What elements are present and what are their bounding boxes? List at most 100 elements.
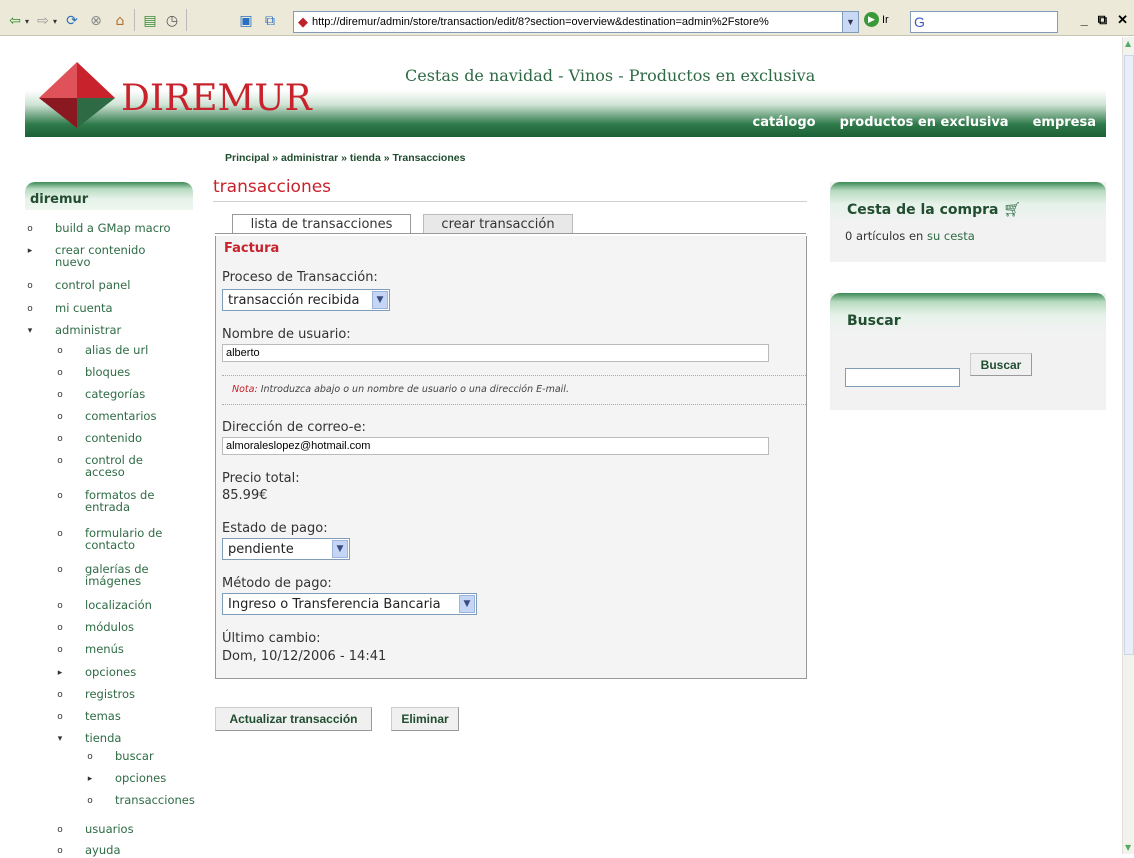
tab-lista-transacciones[interactable]: lista de transacciones [232,214,411,234]
cart-block: Cesta de la compra 🛒︎ [830,182,1106,262]
sidebar-item[interactable]: o comentarios [55,410,156,422]
sidebar-item-label: temas [85,709,121,723]
address-dropdown-icon[interactable]: ▼ [842,12,858,32]
sidebar-item[interactable]: o control panel [25,279,130,291]
bullet-icon: o [57,846,63,856]
search-title: Buscar [847,313,901,329]
breadcrumb[interactable]: Principal » administrar » tienda » Trans… [225,152,465,164]
update-transaction-button[interactable]: Actualizar transacción [215,707,372,731]
sidebar-item[interactable]: o alias de url [55,344,148,356]
sidebar-item[interactable]: ▾ administrar [25,323,122,337]
go-button[interactable]: ▶ Ir [864,12,889,27]
scroll-down-icon[interactable]: ▼ [1125,843,1131,852]
bullet-icon: o [57,565,63,575]
process-select[interactable]: transacción recibida ▼ [222,289,390,311]
bullet-icon: o [87,752,93,762]
sidebar-item[interactable]: o categorías [55,388,145,400]
refresh-icon[interactable]: ⟳ [62,12,82,30]
window-icon[interactable]: ▣ [236,12,256,30]
sidebar-item[interactable]: o build a GMap macro [25,222,170,234]
google-search-box[interactable]: G [910,11,1058,33]
restore-icon[interactable]: ⧉ [1098,12,1107,28]
sidebar-item-label: tienda [85,731,122,745]
sidebar-item[interactable]: o menús [55,643,124,655]
sidebar-item[interactable]: o formulario de contacto [55,527,162,551]
nav-catalogo[interactable]: catálogo [753,115,816,130]
cart-title: Cesta de la compra 🛒︎ [847,202,1021,218]
diremur-logo-icon[interactable] [37,60,117,130]
sidebar-item[interactable]: o contenido [55,432,142,444]
print-icon[interactable]: ▤ [140,12,160,30]
sidebar-item-label: administrar [55,323,122,337]
go-label: Ir [882,13,889,26]
cart-link[interactable]: su cesta [927,229,975,243]
payment-status-value: pendiente [228,541,294,557]
page-title: transacciones [213,177,332,197]
sidebar-item-label: menús [85,642,124,656]
chevron-down-icon[interactable]: ▼ [459,595,475,613]
sidebar-item[interactable]: o galerías de imágenes [55,563,148,587]
sidebar-item[interactable]: o buscar [85,750,153,762]
payment-status-select[interactable]: pendiente ▼ [222,538,350,560]
chevron-down-icon[interactable]: ▼ [332,540,348,558]
bullet-icon: o [27,224,33,234]
scroll-up-icon[interactable]: ▲ [1125,39,1131,48]
home-icon[interactable]: ⌂ [110,12,130,30]
nav-empresa[interactable]: empresa [1033,115,1096,130]
search-button[interactable]: Buscar [970,353,1032,376]
forward-dropdown-icon[interactable]: ▾ [50,12,60,30]
sidebar-item[interactable]: o formatos de entrada [55,489,154,513]
window-controls: _ ⧉ ✕ [1081,12,1128,28]
sidebar-item[interactable]: o ayuda [55,844,120,856]
email-input[interactable]: almoraleslopez@hotmail.com [222,437,769,455]
chevron-down-icon[interactable]: ▼ [372,291,388,309]
sidebar-item[interactable]: o temas [55,710,121,722]
sidebar-item[interactable]: ▾ tienda [55,731,122,745]
invoice-legend: Factura [224,241,280,256]
close-icon[interactable]: ✕ [1117,12,1128,28]
sidebar-item[interactable]: ▸ crear contenido nuevo [25,244,146,268]
stop-icon[interactable]: ⊗ [86,12,106,30]
tabs-divider [215,233,806,234]
bullet-icon: o [57,390,63,400]
scrollbar-thumb[interactable] [1124,55,1134,655]
history-icon[interactable]: ◷ [162,12,182,30]
payment-method-select[interactable]: Ingreso o Transferencia Bancaria ▼ [222,593,477,615]
primary-nav: catálogo productos en exclusiva empresa [753,115,1097,130]
address-url: http://diremur/admin/store/transaction/e… [312,16,769,28]
note-label: Nota: [232,384,258,395]
bullet-icon: o [57,456,63,466]
address-bar[interactable]: ◆ http://diremur/admin/store/transaction… [293,11,859,33]
sidebar-item[interactable]: o usuarios [55,823,133,835]
sidebar-item[interactable]: ▸ opciones [85,772,167,784]
tabs-icon[interactable]: ⧉ [260,12,280,30]
shopping-cart-icon[interactable]: 🛒︎ [1003,202,1021,218]
sidebar-item-label: registros [85,687,136,701]
username-input[interactable]: alberto [222,344,769,362]
sidebar-item-label: formatos de entrada [85,488,155,514]
sidebar-item-label: control panel [55,278,131,292]
vertical-scrollbar[interactable]: ▲ ▼ [1122,37,1134,854]
sidebar-item[interactable]: o transacciones [85,794,195,806]
search-input[interactable] [845,368,960,387]
bullet-icon: o [57,623,63,633]
note-text: Introduzca abajo o un nombre de usuario … [260,384,569,395]
sidebar-item[interactable]: o registros [55,688,135,700]
sidebar-item[interactable]: o control de acceso [55,454,143,478]
sidebar-item[interactable]: ▸ opciones [55,666,137,678]
delete-button[interactable]: Eliminar [391,707,459,731]
site-logo-text[interactable]: DIREMUR [121,78,312,119]
minimize-icon[interactable]: _ [1081,12,1088,28]
form-note: Nota: Introduzca abajo o un nombre de us… [222,375,806,405]
sidebar-item[interactable]: o bloques [55,366,130,378]
sidebar-item[interactable]: o localización [55,599,152,611]
bullet-icon: o [57,368,63,378]
sidebar-item[interactable]: o módulos [55,621,134,633]
nav-productos-exclusiva[interactable]: productos en exclusiva [840,115,1009,130]
tab-crear-transaccion[interactable]: crear transacción [423,214,573,234]
site-header: DIREMUR Cestas de navidad - Vinos - Prod… [25,52,1106,137]
sidebar-item-label: bloques [85,365,131,379]
sidebar-item[interactable]: o mi cuenta [25,302,112,314]
cart-count-text: 0 artículos en [845,229,924,243]
back-dropdown-icon[interactable]: ▾ [22,12,32,30]
